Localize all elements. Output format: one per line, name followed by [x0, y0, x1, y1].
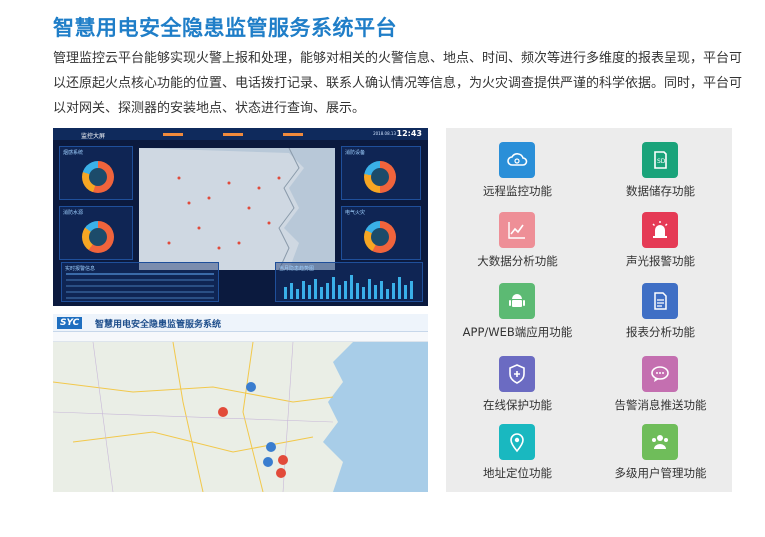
feature-label: 多级用户管理功能 [614, 466, 707, 480]
feature-label: 在线保护功能 [483, 398, 552, 412]
features-panel: 远程监控功能 SD 数据储存功能 大数据分析功能 声光报警功能 APP/WEB端… [446, 128, 732, 492]
trend-chart-panel: 当月隐患趋势图 [275, 262, 423, 302]
trend-bar-chart [284, 275, 413, 299]
dashboard-header-title: 监控大屏 [81, 133, 106, 140]
map-system-title: 智慧用电安全隐患监管服务系统 [95, 320, 222, 330]
feature-label: 地址定位功能 [483, 466, 552, 480]
feature-label: 告警消息推送功能 [614, 398, 707, 412]
location-pin-icon [499, 424, 535, 460]
panel-label: 烟感系统 [63, 150, 84, 156]
dashboard-header: 监控大屏 2018.08.13 12:43 [53, 128, 428, 140]
donut-chart [364, 221, 396, 253]
stat-marker [163, 133, 183, 136]
syc-logo: SYC [57, 317, 83, 329]
stat-marker [223, 133, 243, 136]
android-icon [499, 283, 535, 319]
alarm-light-icon [642, 212, 678, 248]
panel-water: 消防水源 [59, 206, 133, 260]
dashboard-date: 2018.08.13 [373, 131, 396, 136]
map-screenshot: SYC 智慧用电安全隐患监管服务系统 [53, 314, 428, 492]
sd-card-icon: SD [642, 142, 678, 178]
stat-marker [283, 133, 303, 136]
feature-label: 大数据分析功能 [477, 254, 558, 268]
line-chart-icon [499, 212, 535, 248]
shield-plus-icon [499, 356, 535, 392]
page-title: 智慧用电安全隐患监管服务系统平台 [53, 16, 397, 40]
report-icon [642, 283, 678, 319]
donut-chart [364, 161, 396, 193]
panel-label: 消防水源 [63, 210, 84, 216]
dashboard-screenshot: 监控大屏 2018.08.13 12:43 烟感系统 消防水源 消防设备 电气火… [53, 128, 428, 306]
donut-chart [82, 221, 114, 253]
svg-text:SD: SD [657, 158, 666, 165]
map-graphic [139, 148, 335, 270]
dashboard-time: 12:43 [396, 129, 422, 138]
panel-electrical-fire: 电气火灾 [341, 206, 421, 260]
alarm-table-panel: 实时报警信息 [61, 262, 219, 302]
panel-fire-equipment: 消防设备 [341, 146, 421, 200]
feature-label: 声光报警功能 [626, 254, 695, 268]
feature-label: 远程监控功能 [483, 184, 552, 198]
map-nav-bar [53, 332, 428, 342]
panel-label: 电气火灾 [345, 210, 366, 216]
map-graphic [53, 342, 428, 492]
panel-label: 实时报警信息 [65, 266, 96, 272]
dashboard-map [139, 148, 335, 270]
page-description: 管理监控云平台能够实现火警上报和处理，能够对相关的火警信息、地点、时间、频次等进… [53, 51, 743, 116]
donut-chart [82, 161, 114, 193]
feature-label: 数据储存功能 [626, 184, 695, 198]
feature-label: APP/WEB端应用功能 [462, 325, 573, 339]
panel-smoke: 烟感系统 [59, 146, 133, 200]
cloud-settings-icon [499, 142, 535, 178]
feature-label: 报表分析功能 [626, 325, 695, 339]
map-header: SYC 智慧用电安全隐患监管服务系统 [53, 314, 428, 332]
users-icon [642, 424, 678, 460]
message-icon [642, 356, 678, 392]
panel-label: 消防设备 [345, 150, 366, 156]
